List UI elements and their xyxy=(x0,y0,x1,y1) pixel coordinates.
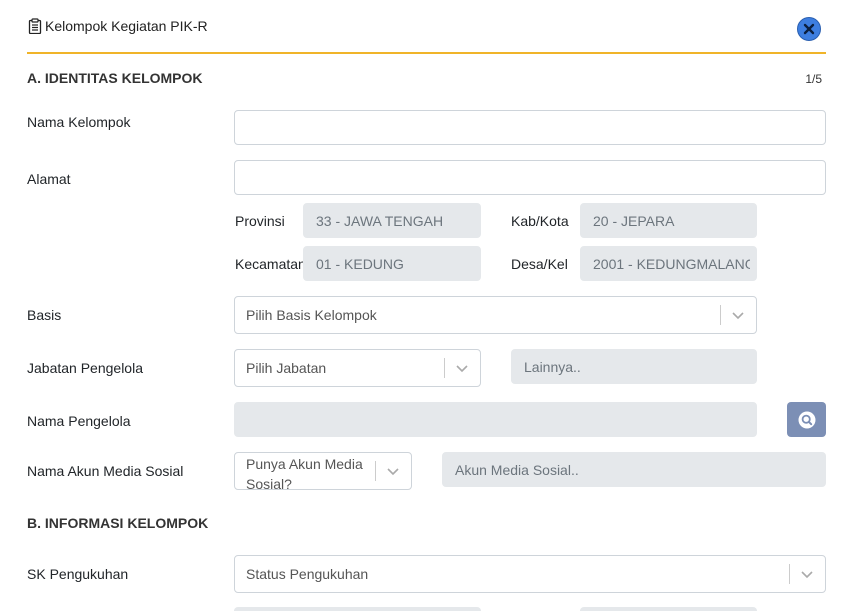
provinsi-field: 33 - JAWA TENGAH xyxy=(303,203,481,238)
search-pengelola-button[interactable] xyxy=(787,402,826,437)
basis-placeholder: Pilih Basis Kelompok xyxy=(246,307,377,323)
jabatan-lainnya-placeholder: Lainnya.. xyxy=(524,358,581,375)
desakel-label: Desa/Kel xyxy=(511,256,568,272)
desakel-field: 2001 - KEDUNGMALANG xyxy=(580,246,757,281)
cut-off-field-right xyxy=(580,607,757,611)
chevron-down-icon xyxy=(801,571,813,579)
sk-pengukuhan-label: SK Pengukuhan xyxy=(27,566,129,582)
section-a-title: A. IDENTITAS KELOMPOK xyxy=(27,70,203,86)
sk-pengukuhan-select[interactable]: Status Pengukuhan xyxy=(234,555,826,593)
cut-off-field-left xyxy=(234,607,481,611)
provinsi-label: Provinsi xyxy=(235,213,285,229)
media-sosial-placeholder: Punya Akun Media Sosial? xyxy=(246,454,363,494)
search-icon xyxy=(798,411,815,428)
basis-select[interactable]: Pilih Basis Kelompok xyxy=(234,296,757,334)
header-divider xyxy=(27,52,826,54)
nama-kelompok-label: Nama Kelompok xyxy=(27,114,131,130)
chevron-down-icon xyxy=(456,365,468,373)
kecamatan-value: 01 - KEDUNG xyxy=(316,255,404,272)
desakel-value: 2001 - KEDUNGMALANG xyxy=(593,255,750,272)
basis-label: Basis xyxy=(27,307,62,323)
alamat-input[interactable] xyxy=(234,160,826,195)
close-icon xyxy=(803,23,815,35)
media-sosial-select[interactable]: Punya Akun Media Sosial? xyxy=(234,452,412,492)
dialog-title: Kelompok Kegiatan PIK-R xyxy=(27,18,208,34)
akun-media-sosial-input[interactable]: Akun Media Sosial.. xyxy=(442,452,826,487)
nama-pengelola-label: Nama Pengelola xyxy=(27,413,131,429)
jabatan-select[interactable]: Pilih Jabatan xyxy=(234,349,481,387)
media-sosial-placeholder-line1: Punya Akun Media xyxy=(246,456,363,472)
kabkota-field: 20 - JEPARA xyxy=(580,203,757,238)
chevron-down-icon xyxy=(732,312,744,320)
jabatan-lainnya-input[interactable]: Lainnya.. xyxy=(511,349,757,384)
close-button[interactable] xyxy=(797,17,821,41)
sk-pengukuhan-placeholder: Status Pengukuhan xyxy=(246,566,369,582)
chevron-down-icon xyxy=(387,468,399,476)
page-indicator: 1/5 xyxy=(805,72,822,86)
media-sosial-label: Nama Akun Media Sosial xyxy=(27,463,184,479)
dialog-title-text: Kelompok Kegiatan PIK-R xyxy=(45,18,208,34)
section-b-title: B. INFORMASI KELOMPOK xyxy=(27,515,209,531)
kecamatan-field: 01 - KEDUNG xyxy=(303,246,481,281)
nama-kelompok-input[interactable] xyxy=(234,110,826,145)
akun-media-sosial-placeholder: Akun Media Sosial.. xyxy=(455,461,579,478)
kecamatan-label: Kecamatan xyxy=(235,256,306,272)
jabatan-label: Jabatan Pengelola xyxy=(27,360,143,376)
clipboard-icon xyxy=(28,18,42,34)
media-sosial-placeholder-line2: Sosial? xyxy=(246,476,292,492)
kabkota-value: 20 - JEPARA xyxy=(593,212,675,229)
kabkota-label: Kab/Kota xyxy=(511,213,569,229)
jabatan-placeholder: Pilih Jabatan xyxy=(246,360,327,376)
alamat-label: Alamat xyxy=(27,171,71,187)
nama-pengelola-input xyxy=(234,402,757,437)
provinsi-value: 33 - JAWA TENGAH xyxy=(316,212,444,229)
